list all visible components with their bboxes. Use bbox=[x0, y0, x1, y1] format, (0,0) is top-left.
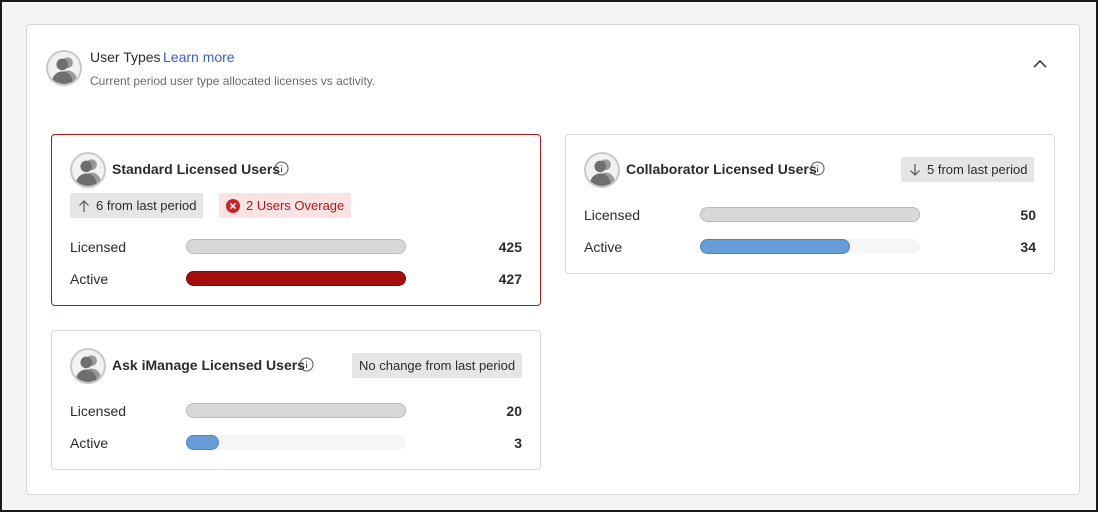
active-label: Active bbox=[70, 435, 109, 451]
licensed-bar bbox=[700, 207, 920, 222]
trend-badge: No change from last period bbox=[352, 353, 523, 378]
licensed-bar bbox=[186, 239, 406, 254]
active-label: Active bbox=[584, 239, 623, 255]
arrow-down-icon bbox=[910, 163, 920, 176]
active-value: 34 bbox=[1020, 239, 1036, 255]
section-subtitle: Current period user type allocated licen… bbox=[90, 74, 376, 88]
user-group-icon bbox=[46, 50, 82, 86]
user-types-panel: User Types Learn more Current period use… bbox=[26, 24, 1080, 495]
trend-text: 5 from last period bbox=[927, 162, 1028, 177]
licensed-bar-fill bbox=[186, 239, 406, 254]
licensed-label: Licensed bbox=[584, 207, 641, 223]
active-value: 3 bbox=[514, 435, 522, 451]
active-bar-fill bbox=[186, 271, 406, 286]
info-icon[interactable] bbox=[274, 161, 289, 176]
active-label: Active bbox=[70, 271, 109, 287]
ask-imanage-users-card: Ask iManage Licensed Users No change fro… bbox=[51, 330, 541, 470]
card-title: Standard Licensed Users bbox=[112, 161, 281, 177]
user-group-icon bbox=[584, 152, 620, 188]
arrow-up-icon bbox=[79, 199, 89, 212]
licensed-label: Licensed bbox=[70, 403, 127, 419]
info-icon[interactable] bbox=[810, 161, 825, 176]
licensed-value: 50 bbox=[1020, 207, 1036, 223]
window-frame: User Types Learn more Current period use… bbox=[0, 0, 1098, 512]
overage-text: 2 Users Overage bbox=[246, 198, 345, 213]
trend-badge: 6 from last period bbox=[70, 193, 204, 218]
card-title: Ask iManage Licensed Users bbox=[112, 357, 305, 373]
licensed-bar-fill bbox=[700, 207, 920, 222]
active-bar bbox=[186, 435, 406, 450]
learn-more-link[interactable]: Learn more bbox=[163, 49, 235, 65]
licensed-value: 425 bbox=[498, 239, 522, 255]
card-title: Collaborator Licensed Users bbox=[626, 161, 817, 177]
standard-users-card: Standard Licensed Users 6 from last peri… bbox=[51, 134, 541, 306]
trend-badge: 5 from last period bbox=[901, 157, 1035, 182]
active-bar bbox=[186, 271, 406, 286]
info-icon[interactable] bbox=[299, 357, 314, 372]
active-bar-fill bbox=[186, 435, 219, 450]
user-group-icon bbox=[70, 152, 106, 188]
trend-text: No change from last period bbox=[359, 358, 516, 373]
collaborator-users-card: Collaborator Licensed Users 5 from last … bbox=[565, 134, 1055, 274]
chevron-up-icon bbox=[1033, 59, 1047, 68]
licensed-bar-fill bbox=[186, 403, 406, 418]
active-bar-fill bbox=[700, 239, 850, 254]
active-bar bbox=[700, 239, 920, 254]
licensed-value: 20 bbox=[506, 403, 522, 419]
licensed-label: Licensed bbox=[70, 239, 127, 255]
licensed-bar bbox=[186, 403, 406, 418]
active-value: 427 bbox=[498, 271, 522, 287]
user-group-icon bbox=[70, 348, 106, 384]
error-circle-icon bbox=[226, 198, 240, 213]
overage-badge: 2 Users Overage bbox=[219, 193, 352, 218]
section-title: User Types bbox=[90, 49, 161, 65]
collapse-button[interactable] bbox=[1029, 53, 1051, 75]
trend-text: 6 from last period bbox=[96, 198, 197, 213]
